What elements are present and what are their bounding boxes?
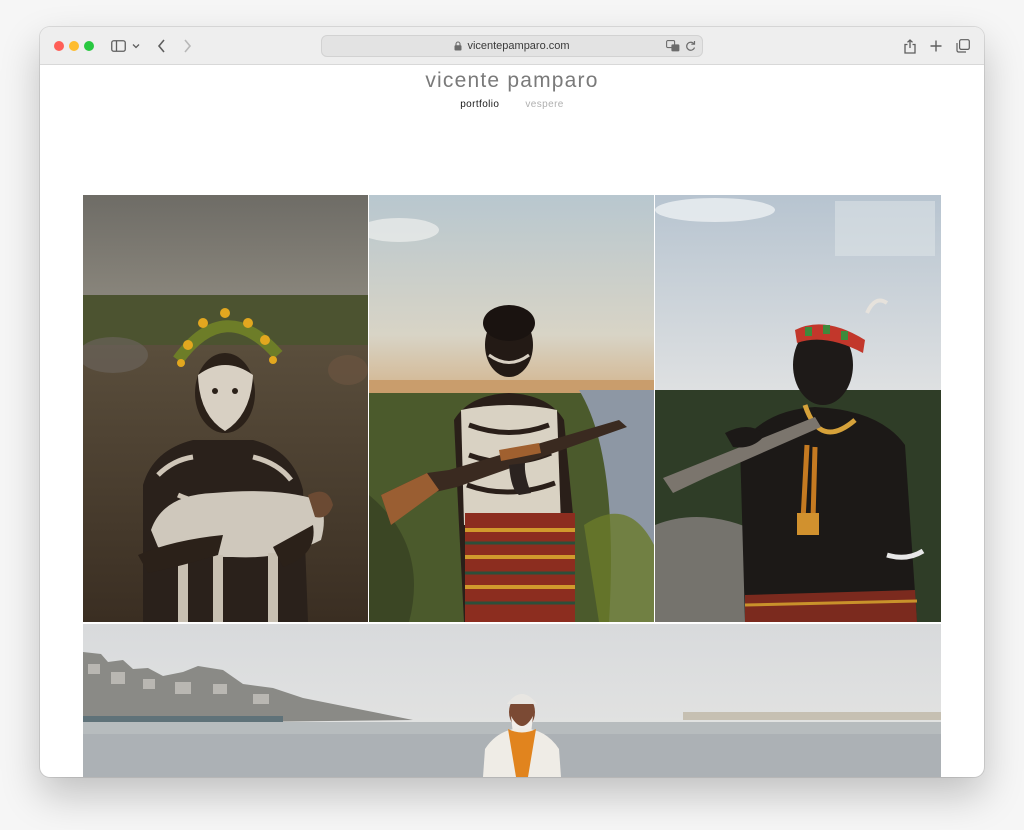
reload-icon[interactable] xyxy=(685,40,696,52)
nav-link-vespere[interactable]: vespere xyxy=(525,99,563,110)
site-nav: portfolio vespere xyxy=(40,99,984,110)
gallery-photo[interactable] xyxy=(655,195,941,622)
site-title[interactable]: vicente pamparo xyxy=(40,69,984,93)
gallery-photo[interactable] xyxy=(83,624,941,777)
zoom-window-button[interactable] xyxy=(84,41,94,51)
share-icon[interactable] xyxy=(902,37,918,55)
minimize-window-button[interactable] xyxy=(69,41,79,51)
gallery-photo[interactable] xyxy=(83,195,368,622)
lock-icon xyxy=(454,41,462,51)
address-bar[interactable]: vicentepamparo.com xyxy=(321,35,703,57)
chevron-right-icon[interactable] xyxy=(180,37,194,55)
close-window-button[interactable] xyxy=(54,41,64,51)
translate-icon[interactable] xyxy=(666,40,680,52)
plus-icon[interactable] xyxy=(928,37,944,55)
chevron-down-icon[interactable] xyxy=(131,37,141,55)
photo-gallery xyxy=(83,195,941,777)
tabs-overview-icon[interactable] xyxy=(954,37,972,55)
chevron-left-icon[interactable] xyxy=(154,37,168,55)
gallery-photo[interactable] xyxy=(369,195,654,622)
browser-toolbar: vicentepamparo.com xyxy=(40,27,984,65)
sidebar-icon[interactable] xyxy=(110,37,126,55)
address-url: vicentepamparo.com xyxy=(467,40,570,52)
browser-window: vicentepamparo.com vicente pamparo portf… xyxy=(40,27,984,777)
nav-link-portfolio[interactable]: portfolio xyxy=(460,99,499,110)
